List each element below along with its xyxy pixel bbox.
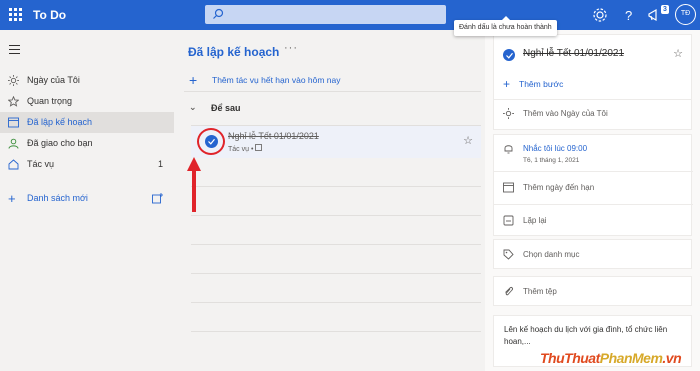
- sidebar: Ngày của Tôi Quan trọng Đã lập kế hoạch …: [0, 30, 174, 371]
- sidebar-item-tasks[interactable]: Tác vụ 1: [0, 154, 174, 175]
- plus-icon: +: [189, 72, 198, 88]
- category-label: Chọn danh mục: [523, 250, 580, 259]
- task-list-name: Tác vụ: [228, 146, 250, 153]
- watermark-part: ThuThuat: [540, 350, 600, 366]
- top-bar: To Do ? 3 TĐ: [0, 0, 700, 30]
- attach-row[interactable]: Thêm tệp: [494, 277, 693, 305]
- divider: [191, 244, 481, 245]
- divider: [191, 273, 481, 274]
- sidebar-item-label: Quan trọng: [27, 96, 73, 106]
- help-icon[interactable]: ?: [620, 6, 638, 24]
- divider: [191, 331, 481, 332]
- tag-icon: [503, 249, 514, 260]
- sun-icon: [8, 75, 19, 86]
- task-row[interactable]: Nghỉ lễ Tết 01/01/2021 Tác vụ • ☆: [191, 125, 481, 158]
- more-options-button[interactable]: ···: [284, 42, 298, 54]
- sidebar-item-label: Tác vụ: [27, 159, 55, 169]
- new-list-button[interactable]: + Danh sách mới: [0, 188, 174, 209]
- completed-check-button[interactable]: [503, 49, 515, 61]
- repeat-icon: [503, 215, 514, 226]
- hamburger-icon[interactable]: [9, 45, 20, 57]
- add-step-button[interactable]: + Thêm bước: [503, 77, 563, 91]
- group-label: Để sau: [211, 103, 241, 113]
- divider: [191, 215, 481, 216]
- add-task-label: Thêm tác vụ hết hạn vào hôm nay: [212, 75, 341, 85]
- chevron-down-icon: ⌄: [189, 102, 197, 112]
- note-icon: [255, 144, 263, 151]
- due-date-label: Thêm ngày đến hạn: [523, 183, 595, 192]
- red-arrow-annotation: [187, 157, 201, 212]
- star-icon[interactable]: ☆: [463, 134, 473, 147]
- checkmark-icon: [505, 52, 513, 59]
- watermark-part: .vn: [662, 350, 682, 366]
- watermark-logo: ThuThuatPhanMem.vn: [540, 350, 682, 366]
- person-icon: [8, 138, 19, 149]
- page-title: Đã lập kế hoạch: [188, 45, 280, 59]
- plus-icon: +: [503, 77, 511, 91]
- sun-icon: [503, 108, 514, 119]
- task-detail-pane: Nghỉ lễ Tết 01/01/2021 ☆ + Thêm bước Thêm…: [485, 30, 700, 371]
- app-launcher-icon[interactable]: [9, 8, 22, 21]
- divider: [191, 302, 481, 303]
- settings-icon[interactable]: [591, 6, 609, 24]
- divider: [191, 186, 481, 187]
- bell-icon: [504, 145, 513, 154]
- add-my-day-row[interactable]: Thêm vào Ngày của Tôi: [494, 100, 693, 128]
- plus-icon: +: [8, 191, 16, 206]
- add-task-input[interactable]: + Thêm tác vụ hết hạn vào hôm nay: [184, 68, 481, 92]
- paperclip-icon: [505, 287, 513, 296]
- app-title[interactable]: To Do: [33, 8, 66, 22]
- sidebar-item-label: Đã giao cho bạn: [27, 138, 93, 148]
- sidebar-item-label: Ngày của Tôi: [27, 75, 80, 85]
- new-group-icon[interactable]: [152, 193, 163, 204]
- detail-task-title[interactable]: Nghỉ lễ Tết 01/01/2021: [523, 48, 624, 59]
- repeat-row[interactable]: Lặp lại: [494, 204, 693, 236]
- add-step-label: Thêm bước: [519, 79, 564, 89]
- category-card[interactable]: Chọn danh mục: [493, 239, 692, 269]
- svg-text:?: ?: [625, 8, 632, 23]
- tooltip: Đánh dấu là chưa hoàn thành: [454, 16, 557, 36]
- task-title: Nghỉ lễ Tết 01/01/2021: [228, 131, 319, 141]
- add-my-day-label: Thêm vào Ngày của Tôi: [523, 109, 608, 118]
- task-meta: Tác vụ •: [228, 144, 263, 153]
- home-icon: [8, 159, 19, 170]
- star-icon[interactable]: ☆: [673, 47, 683, 60]
- search-icon: [213, 8, 224, 19]
- detail-title-card: Nghỉ lễ Tết 01/01/2021 ☆ + Thêm bước: [493, 34, 692, 100]
- completed-check-button[interactable]: [205, 135, 218, 148]
- sidebar-item-assigned[interactable]: Đã giao cho bạn: [0, 133, 174, 154]
- calendar-icon: [8, 117, 19, 128]
- remind-date: T6, 1 tháng 1, 2021: [523, 157, 580, 164]
- calendar-icon: [503, 182, 514, 193]
- repeat-label: Lặp lại: [523, 216, 547, 225]
- remind-label: Nhắc tôi lúc 09:00: [523, 144, 588, 153]
- sidebar-item-planned[interactable]: Đã lập kế hoạch: [0, 112, 174, 133]
- remind-row[interactable]: Nhắc tôi lúc 09:00 T6, 1 tháng 1, 2021: [494, 135, 693, 171]
- sidebar-item-important[interactable]: Quan trọng: [0, 91, 174, 112]
- dates-card: Nhắc tôi lúc 09:00 T6, 1 tháng 1, 2021 T…: [493, 134, 693, 236]
- attach-card[interactable]: Thêm tệp: [493, 276, 692, 306]
- sidebar-item-label: Đã lập kế hoạch: [27, 117, 93, 127]
- watermark-part: PhanMem: [599, 350, 663, 366]
- attach-label: Thêm tệp: [523, 287, 557, 296]
- task-count: 1: [157, 159, 163, 169]
- checkmark-icon: [208, 138, 215, 145]
- sidebar-item-my-day[interactable]: Ngày của Tôi: [0, 70, 174, 91]
- category-row[interactable]: Chọn danh mục: [494, 240, 693, 268]
- notification-badge: 3: [661, 5, 669, 14]
- new-list-label: Danh sách mới: [27, 193, 88, 203]
- due-date-row[interactable]: Thêm ngày đến hạn: [494, 171, 693, 204]
- star-icon: [8, 96, 19, 107]
- add-my-day-card[interactable]: Thêm vào Ngày của Tôi: [493, 100, 692, 130]
- task-list-pane: Đã lập kế hoạch ··· + Thêm tác vụ hết hạ…: [174, 30, 485, 371]
- avatar[interactable]: TĐ: [675, 4, 696, 25]
- search-input[interactable]: [205, 5, 446, 24]
